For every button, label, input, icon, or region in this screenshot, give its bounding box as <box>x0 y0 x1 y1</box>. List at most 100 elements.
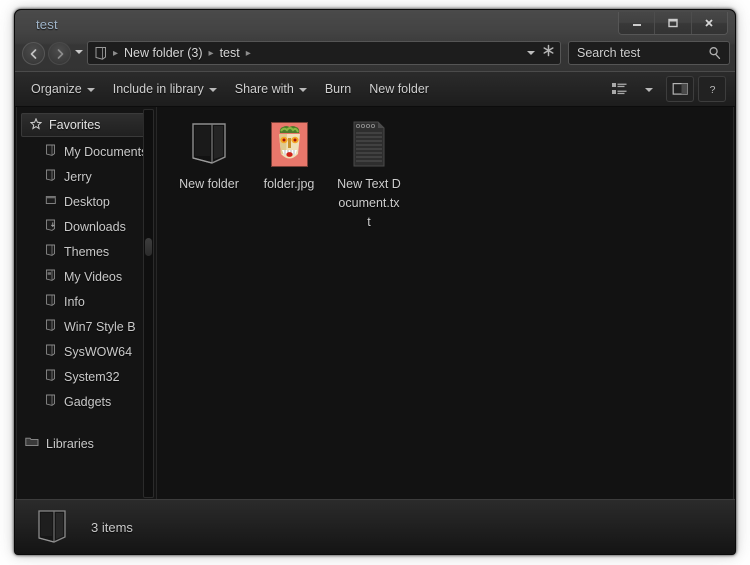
close-icon <box>705 19 713 27</box>
chevron-down-icon <box>208 88 217 92</box>
text-file-icon <box>349 118 389 170</box>
folder-icon <box>45 319 57 335</box>
toolbar-include-in-library-button[interactable]: Include in library <box>104 77 226 102</box>
sidebar-item-label: Themes <box>64 244 110 259</box>
sidebar-item-gadgets[interactable]: Gadgets <box>17 389 156 414</box>
chevron-down-icon <box>298 88 307 92</box>
maximize-icon <box>668 18 678 28</box>
address-folder-icon <box>94 46 108 61</box>
file-item-label: folder.jpg <box>263 177 315 191</box>
chevron-down-icon <box>86 88 95 92</box>
help-button[interactable]: ? <box>698 76 726 102</box>
sidebar-item-jerry[interactable]: Jerry <box>17 164 156 189</box>
sidebar-scrollbar-thumb[interactable] <box>145 238 152 256</box>
sidebar-item-label: System32 <box>64 369 120 384</box>
sidebar-item-syswow64[interactable]: SysWOW64 <box>17 339 156 364</box>
back-button[interactable] <box>22 42 45 65</box>
sidebar-item-my-videos[interactable]: My Videos <box>17 264 156 289</box>
sidebar-libraries-label: Libraries <box>46 436 94 451</box>
sidebar-item-label: Win7 Style B <box>64 319 136 334</box>
recent-locations-button[interactable] <box>75 50 83 54</box>
file-item-folder-jpg[interactable]: folder.jpg <box>249 116 329 194</box>
folder-icon <box>45 369 57 385</box>
file-list-view[interactable]: New folder folder.jpg New Text Document.… <box>157 107 733 500</box>
maximize-button[interactable] <box>655 12 692 34</box>
libraries-icon <box>25 436 39 451</box>
refresh-button[interactable] <box>542 44 555 62</box>
folder-icon <box>35 508 69 546</box>
sidebar-item-downloads[interactable]: Downloads <box>17 214 156 239</box>
downloads-icon <box>45 219 57 235</box>
breadcrumb-item-1[interactable]: test <box>217 46 243 60</box>
back-arrow-icon <box>30 48 36 59</box>
explorer-window: test ▸ New folder (3) ▸ test ▸ Search te… <box>14 9 736 555</box>
change-view-button[interactable] <box>606 77 632 101</box>
search-box[interactable]: Search test <box>568 41 730 65</box>
sidebar-item-themes[interactable]: Themes <box>17 239 156 264</box>
jpg-preview <box>270 121 308 167</box>
toolbar-item-label: New folder <box>369 82 429 96</box>
sidebar-item-label: My Documents <box>64 144 148 159</box>
folder-icon <box>45 294 57 310</box>
folder-icon <box>188 118 230 170</box>
sidebar-item-win7-style-b[interactable]: Win7 Style B <box>17 314 156 339</box>
sidebar-item-desktop[interactable]: Desktop <box>17 189 156 214</box>
view-dropdown-button[interactable] <box>636 77 662 101</box>
sidebar-item-info[interactable]: Info <box>17 289 156 314</box>
file-item-label: New Text Document.txt <box>337 177 401 229</box>
toolbar-view-controls: ? <box>606 76 735 102</box>
status-item-count: 3 items <box>91 519 133 535</box>
preview-pane-button[interactable] <box>666 76 694 102</box>
desktop-icon <box>45 194 57 210</box>
toolbar-new-folder-button[interactable]: New folder <box>360 77 438 102</box>
toolbar-burn-button[interactable]: Burn <box>316 77 360 102</box>
address-bar[interactable]: ▸ New folder (3) ▸ test ▸ <box>87 41 561 65</box>
explorer-inner-frame: Favorites My Documents Jerry Desktop Dow… <box>16 107 734 501</box>
search-input[interactable]: Search test <box>577 46 640 60</box>
close-button[interactable] <box>691 12 727 34</box>
toolbar-organize-button[interactable]: Organize <box>22 77 104 102</box>
forward-button[interactable] <box>48 42 71 65</box>
file-item-new-text-document[interactable]: New Text Document.txt <box>329 116 409 232</box>
svg-text:?: ? <box>709 84 715 96</box>
sidebar-item-label: Info <box>64 294 85 309</box>
file-items-container: New folder folder.jpg New Text Document.… <box>169 116 733 232</box>
file-item-new-folder[interactable]: New folder <box>169 116 249 194</box>
sidebar-item-label: Desktop <box>64 194 110 209</box>
title-bar[interactable]: test <box>15 10 735 40</box>
search-icon <box>708 46 722 60</box>
toolbar-item-label: Include in library <box>112 82 204 96</box>
breadcrumb-separator: ▸ <box>245 47 251 59</box>
minimize-icon <box>632 24 641 26</box>
sidebar-section-favorites[interactable]: Favorites <box>21 113 152 137</box>
folder-icon <box>45 269 57 285</box>
sidebar-item-system32[interactable]: System32 <box>17 364 156 389</box>
navigation-pane: Favorites My Documents Jerry Desktop Dow… <box>17 107 157 500</box>
file-item-label: New folder <box>179 177 239 191</box>
breadcrumb-separator: ▸ <box>208 47 214 59</box>
breadcrumb-separator: ▸ <box>113 47 119 59</box>
previous-locations-button[interactable] <box>527 51 535 55</box>
toolbar-item-label: Burn <box>324 82 352 96</box>
breadcrumb-item-0[interactable]: New folder (3) <box>121 46 206 60</box>
address-bar-actions <box>527 44 560 62</box>
sidebar-item-label: SysWOW64 <box>64 344 133 359</box>
toolbar-share-with-button[interactable]: Share with <box>226 77 316 102</box>
toolbar-item-label: Share with <box>234 82 294 96</box>
sidebar-item-label: Downloads <box>64 219 126 234</box>
folder-icon <box>45 344 57 360</box>
sidebar-scrollbar[interactable] <box>143 109 154 498</box>
sidebar-section-libraries[interactable]: Libraries <box>17 431 156 456</box>
preview-pane-icon <box>672 83 688 95</box>
command-toolbar: Organize Include in library Share with B… <box>15 71 735 107</box>
chevron-down-icon <box>645 88 653 92</box>
star-icon <box>29 116 43 133</box>
status-bar: 3 items <box>15 499 735 554</box>
sidebar-item-my-documents[interactable]: My Documents <box>17 139 156 164</box>
image-thumbnail <box>270 118 308 170</box>
minimize-button[interactable] <box>619 12 656 34</box>
view-list-icon <box>611 83 626 95</box>
help-icon: ? <box>709 84 715 96</box>
sidebar-item-label: My Videos <box>64 269 123 284</box>
